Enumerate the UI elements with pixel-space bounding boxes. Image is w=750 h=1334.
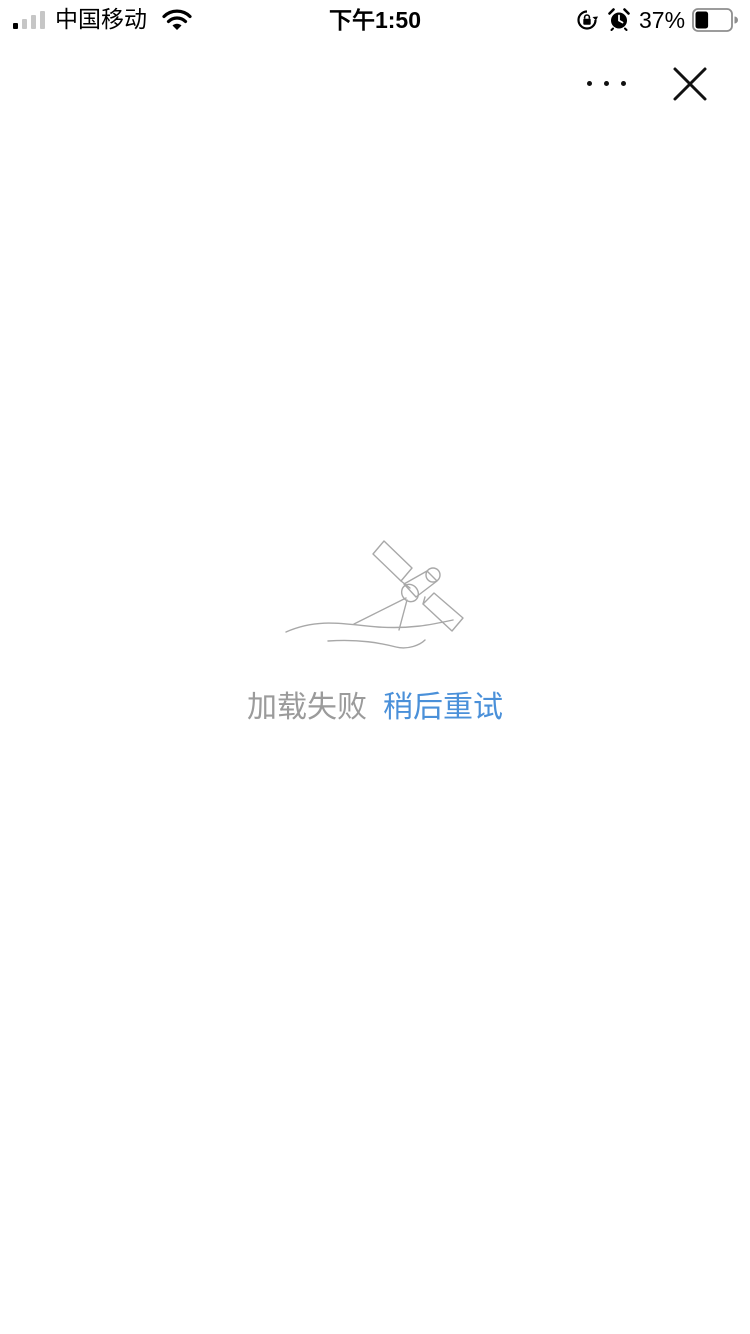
orientation-lock-icon <box>577 10 598 30</box>
close-button[interactable] <box>666 62 714 106</box>
error-message-row: 加载失败 稍后重试 <box>0 688 750 728</box>
battery-percent: 37% <box>639 7 686 33</box>
status-time: 下午1:50 <box>328 7 422 33</box>
error-message: 加载失败 <box>247 690 367 725</box>
battery-icon <box>692 8 738 32</box>
close-icon <box>673 67 707 101</box>
battery-level-fill <box>695 11 709 29</box>
retry-link[interactable]: 稍后重试 <box>383 690 503 725</box>
alarm-icon <box>608 8 630 31</box>
status-bar: 中国移动 下午1:50 37% <box>0 0 750 40</box>
more-button[interactable] <box>576 64 636 104</box>
satellite-icon <box>285 540 464 649</box>
